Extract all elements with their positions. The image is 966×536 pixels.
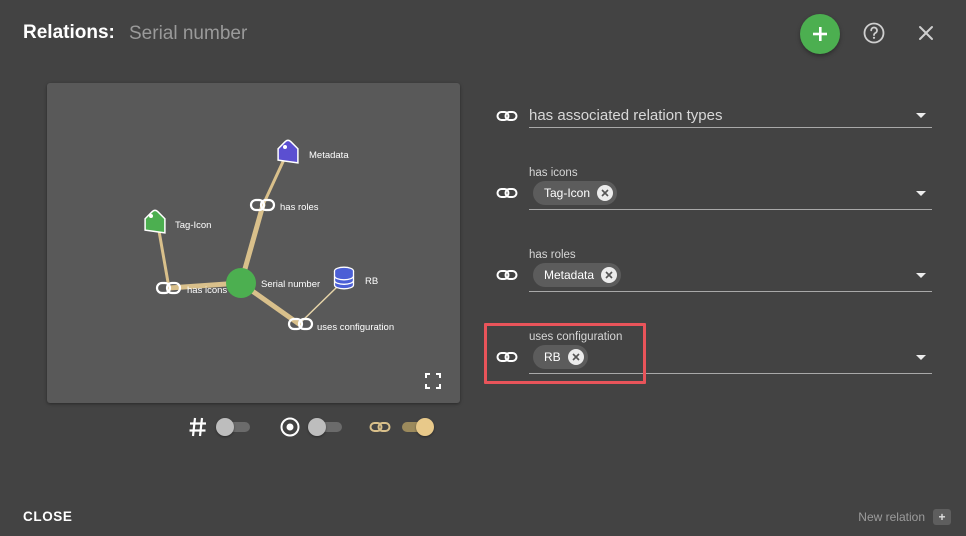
relation-graph-panel[interactable]: Metadata Tag-Icon has roles has icons Se… [47, 83, 460, 403]
close-button[interactable]: CLOSE [23, 509, 73, 524]
chip-remove-button[interactable] [597, 185, 614, 201]
hash-toggle-group [186, 414, 252, 440]
link-toggle-group [368, 414, 434, 440]
link-icon [495, 104, 519, 128]
chevron-down-icon[interactable] [916, 191, 926, 196]
plus-icon [813, 27, 827, 41]
node-label-metadata: Metadata [309, 150, 349, 161]
chip-label: Metadata [544, 268, 595, 282]
close-icon [572, 353, 580, 361]
associated-relation-types-row: has associated relation types [495, 103, 932, 129]
hash-toggle[interactable] [216, 418, 252, 436]
chip-rb[interactable]: RB [533, 345, 588, 369]
close-dialog-button[interactable] [912, 19, 940, 47]
tag-icon[interactable] [139, 209, 172, 242]
link-icon [495, 263, 519, 287]
target-toggle-group [278, 414, 344, 440]
center-node[interactable] [226, 268, 256, 298]
node-label-tag-icon: Tag-Icon [175, 220, 211, 231]
fullscreen-button[interactable] [424, 372, 442, 390]
edge-label-has-roles: has roles [280, 202, 319, 213]
help-button[interactable] [860, 19, 888, 47]
chevron-down-icon[interactable] [916, 355, 926, 360]
uses-configuration-row: uses configuration RB [495, 330, 932, 374]
dialog-subtitle: Serial number [129, 23, 248, 44]
fullscreen-icon [425, 373, 441, 389]
associated-relation-types-select[interactable]: has associated relation types [529, 103, 932, 128]
node-label-center: Serial number [261, 279, 320, 290]
new-relation-hint: New relation [858, 510, 925, 524]
chip-label: RB [544, 350, 561, 364]
chip-tag-icon[interactable]: Tag-Icon [533, 181, 618, 205]
dialog-title: Relations: [23, 22, 115, 43]
close-icon [601, 189, 609, 197]
link-icon [368, 415, 392, 439]
edge-label-has-icons: has icons [187, 285, 227, 296]
associated-relation-types-placeholder: has associated relation types [529, 107, 723, 124]
has-roles-select[interactable]: has roles Metadata [529, 248, 932, 292]
link-icon [495, 345, 519, 369]
new-relation-plus-badge: + [933, 509, 951, 525]
tag-icon[interactable] [272, 139, 305, 172]
has-icons-row: has icons Tag-Icon [495, 166, 932, 210]
link-icon [495, 181, 519, 205]
chip-metadata[interactable]: Metadata [533, 263, 622, 287]
node-label-rb: RB [365, 276, 378, 287]
chip-remove-button[interactable] [601, 267, 618, 283]
close-icon [919, 26, 933, 40]
edge-label-uses-configuration: uses configuration [317, 322, 394, 333]
uses-configuration-label: uses configuration [529, 331, 623, 343]
target-icon [278, 415, 302, 439]
graph-edges [157, 151, 338, 327]
has-icons-label: has icons [529, 167, 578, 179]
target-toggle[interactable] [308, 418, 344, 436]
chevron-down-icon[interactable] [916, 273, 926, 278]
has-icons-select[interactable]: has icons Tag-Icon [529, 166, 932, 210]
close-icon [605, 271, 613, 279]
chevron-down-icon[interactable] [916, 113, 926, 118]
chip-remove-button[interactable] [567, 349, 584, 365]
link-toggle[interactable] [398, 418, 434, 436]
database-icon[interactable] [333, 266, 355, 290]
add-relation-button[interactable] [800, 14, 840, 54]
relation-graph[interactable]: Metadata Tag-Icon has roles has icons Se… [47, 83, 460, 403]
help-circle-icon [863, 22, 885, 44]
edge-has-icons-tag [157, 229, 171, 290]
uses-configuration-select[interactable]: uses configuration RB [529, 330, 932, 374]
chip-label: Tag-Icon [544, 186, 591, 200]
hash-icon [186, 415, 210, 439]
has-roles-label: has roles [529, 249, 576, 261]
has-roles-row: has roles Metadata [495, 248, 932, 292]
